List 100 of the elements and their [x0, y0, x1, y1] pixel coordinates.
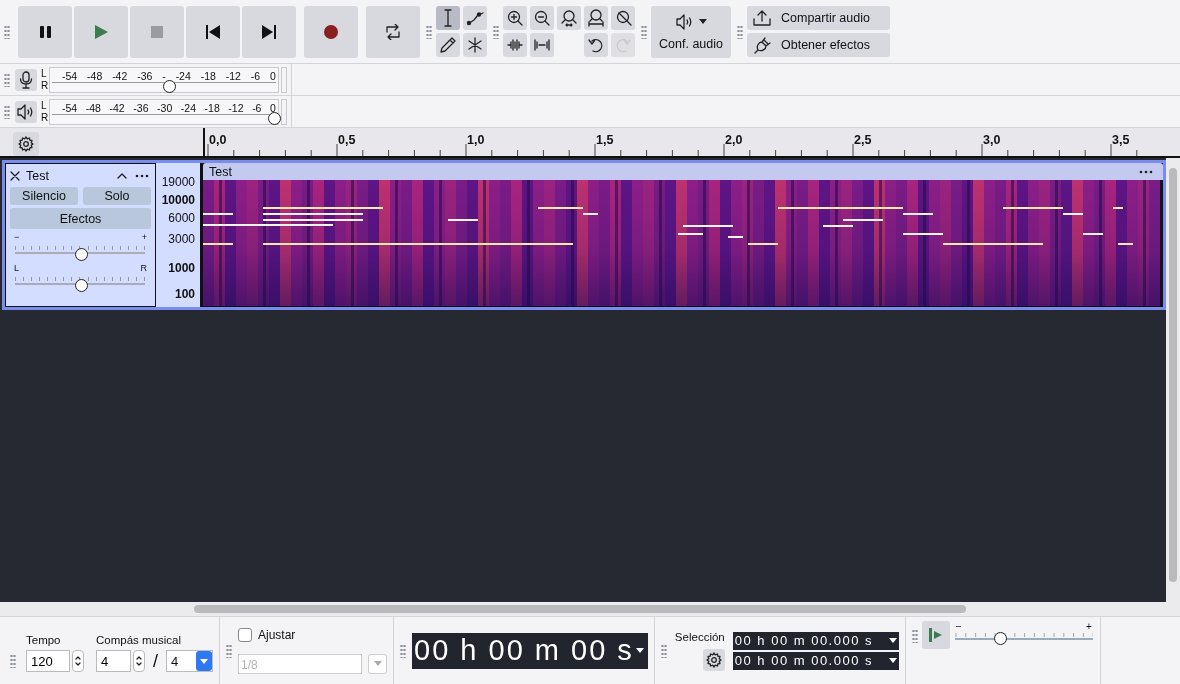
- skip-to-start-icon: [206, 24, 220, 39]
- record-button[interactable]: [304, 5, 358, 58]
- ruler-label: 0,0: [209, 133, 227, 147]
- effects-button[interactable]: Efectos: [10, 208, 151, 229]
- clip-menu-button[interactable]: [1139, 169, 1153, 174]
- speaker-icon: [675, 12, 694, 31]
- frequency-label: 3000: [168, 232, 195, 246]
- tempo-field[interactable]: 120: [26, 650, 70, 672]
- asterisk-icon: [467, 37, 483, 53]
- meter-scale-label: -42: [112, 69, 128, 82]
- loop-icon: [385, 23, 401, 40]
- play-button[interactable]: [74, 5, 128, 58]
- playback-meter-button[interactable]: [15, 100, 37, 123]
- beats-stepper[interactable]: [133, 650, 145, 672]
- speed-slider-thumb[interactable]: [994, 632, 1008, 645]
- meter-scale-label: -48: [85, 101, 101, 114]
- snap-label: Ajustar: [258, 627, 296, 642]
- meter-scale-label: -54: [62, 101, 78, 114]
- gain-max-label: +: [141, 232, 147, 242]
- ruler-label: 3,5: [1112, 133, 1130, 147]
- trim-audio-icon: [507, 37, 523, 53]
- meter-scale-label: -42: [109, 101, 125, 114]
- caret-icon: [888, 658, 897, 663]
- time-display[interactable]: 00 h 00 m 00 s: [412, 632, 648, 669]
- tempo-stepper[interactable]: [72, 650, 84, 672]
- channel-label: L: [41, 67, 48, 80]
- close-track-button[interactable]: [10, 171, 20, 181]
- chevron-down-icon: [373, 661, 382, 666]
- selection-settings-button[interactable]: [702, 648, 725, 671]
- clip-title: Test: [209, 164, 232, 179]
- pan-slider-thumb[interactable]: [74, 279, 88, 292]
- zoom-in-button[interactable]: [503, 6, 527, 30]
- selection-start-time[interactable]: 00 h 00 m 00.000 s: [732, 631, 899, 650]
- draw-tool-button[interactable]: [436, 33, 460, 57]
- frequency-label: 1000: [168, 261, 195, 275]
- skip-to-end-button[interactable]: [242, 5, 296, 58]
- stepper-arrows-icon: [136, 655, 142, 667]
- gain-min-label: −: [14, 232, 20, 242]
- zoom-toggle-button[interactable]: [611, 6, 635, 30]
- track-name[interactable]: Test: [26, 169, 111, 183]
- caret-icon: [698, 19, 707, 24]
- close-icon: [10, 171, 20, 181]
- settings-button[interactable]: [13, 132, 39, 156]
- meter-scale-label: -30: [157, 101, 173, 114]
- settings-icon: [18, 136, 34, 152]
- fit-selection-button[interactable]: [557, 6, 581, 30]
- gain-slider-thumb[interactable]: [74, 248, 88, 261]
- selection-end-time[interactable]: 00 h 00 m 00.000 s: [732, 651, 899, 670]
- play-at-speed-button[interactable]: [921, 621, 950, 649]
- redo-icon: [615, 37, 631, 53]
- frequency-label: 19000: [161, 175, 195, 189]
- chevron-down-icon: [200, 658, 208, 664]
- track-toggle-button[interactable]: Silencio: [10, 187, 78, 205]
- silence-button[interactable]: [530, 33, 554, 57]
- play-icon: [93, 23, 109, 40]
- meter-scale-label: -18: [204, 101, 220, 114]
- speed-min-label: −: [955, 621, 962, 632]
- beats-field[interactable]: 4: [96, 650, 131, 672]
- ruler-label: 1,5: [596, 133, 614, 147]
- pause-button[interactable]: [18, 5, 72, 58]
- horizontal-scrollbar[interactable]: [0, 602, 1180, 616]
- record-meter-button[interactable]: [15, 68, 37, 91]
- play-at-speed-icon: [928, 628, 943, 642]
- meter-scale-label: -12: [225, 69, 241, 82]
- microphone-icon: [19, 70, 33, 89]
- meter-scale-label: -54: [62, 69, 78, 82]
- meter-slider-thumb[interactable]: [268, 111, 281, 125]
- meter-scale-label: -6: [252, 101, 262, 114]
- frequency-label: 100: [174, 287, 195, 301]
- plug-icon: [753, 36, 771, 54]
- clip-header[interactable]: Test: [203, 163, 1163, 180]
- track-toggle-button[interactable]: Solo: [83, 187, 151, 205]
- multi-tool-button[interactable]: [463, 33, 487, 57]
- more-icon: [135, 174, 149, 178]
- collapse-track-button[interactable]: [117, 173, 127, 179]
- meter-scale-label: 0: [270, 69, 276, 82]
- audio-setup-button[interactable]: Conf. audio: [651, 5, 731, 58]
- selection-tool-button[interactable]: [436, 6, 460, 30]
- undo-button[interactable]: [584, 33, 608, 57]
- fit-project-button[interactable]: [584, 6, 608, 30]
- vertical-scrollbar[interactable]: [1166, 158, 1180, 602]
- envelope-tool-button[interactable]: [463, 6, 487, 30]
- track-menu-button[interactable]: [133, 174, 151, 178]
- zoom-out-button[interactable]: [530, 6, 554, 30]
- frequency-label: 10000: [161, 193, 195, 207]
- loop-button[interactable]: [366, 5, 420, 58]
- ruler-label: 1,0: [467, 133, 485, 147]
- share-audio-button[interactable]: Compartir audio: [747, 6, 890, 30]
- selection-label: Selección: [674, 630, 725, 643]
- frequency-label: 6000: [168, 211, 195, 225]
- meter-scale-label: -36: [137, 69, 153, 82]
- skip-to-start-button[interactable]: [186, 5, 240, 58]
- meter-slider-thumb[interactable]: [163, 79, 177, 93]
- beat-unit-dropdown[interactable]: 4: [166, 650, 213, 672]
- trim-button[interactable]: [503, 33, 527, 57]
- get-effects-button[interactable]: Obtener efectos: [747, 33, 890, 57]
- pan-right-label: R: [140, 263, 147, 273]
- stepper-arrows-icon: [75, 655, 81, 667]
- stop-icon: [151, 25, 163, 38]
- meter-scale-label: -24: [180, 101, 196, 114]
